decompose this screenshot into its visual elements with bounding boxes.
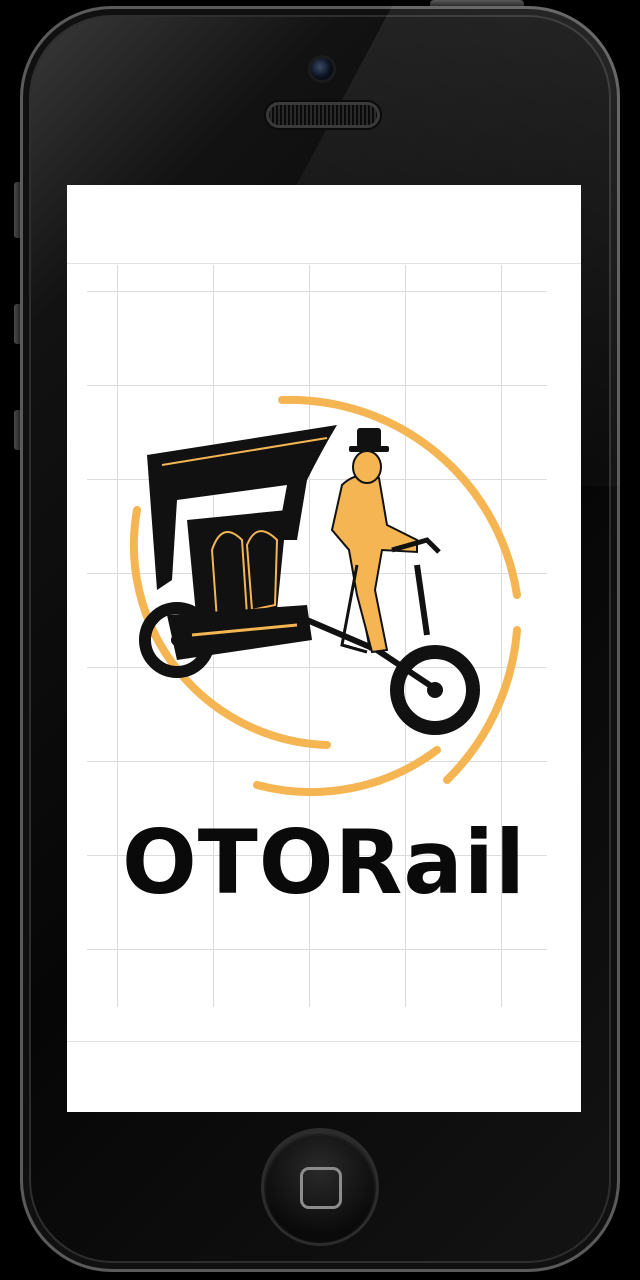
earpiece-speaker-icon: [266, 102, 380, 128]
divider-bottom: [67, 1041, 581, 1042]
app-screen: OTORail: [67, 185, 581, 1112]
front-camera-icon: [311, 58, 333, 80]
home-button[interactable]: [264, 1131, 376, 1243]
pedicab-rider-icon: [129, 395, 521, 796]
home-square-icon: [300, 1167, 342, 1209]
divider-top: [67, 263, 581, 264]
brand-wordmark: OTORail: [121, 811, 527, 914]
